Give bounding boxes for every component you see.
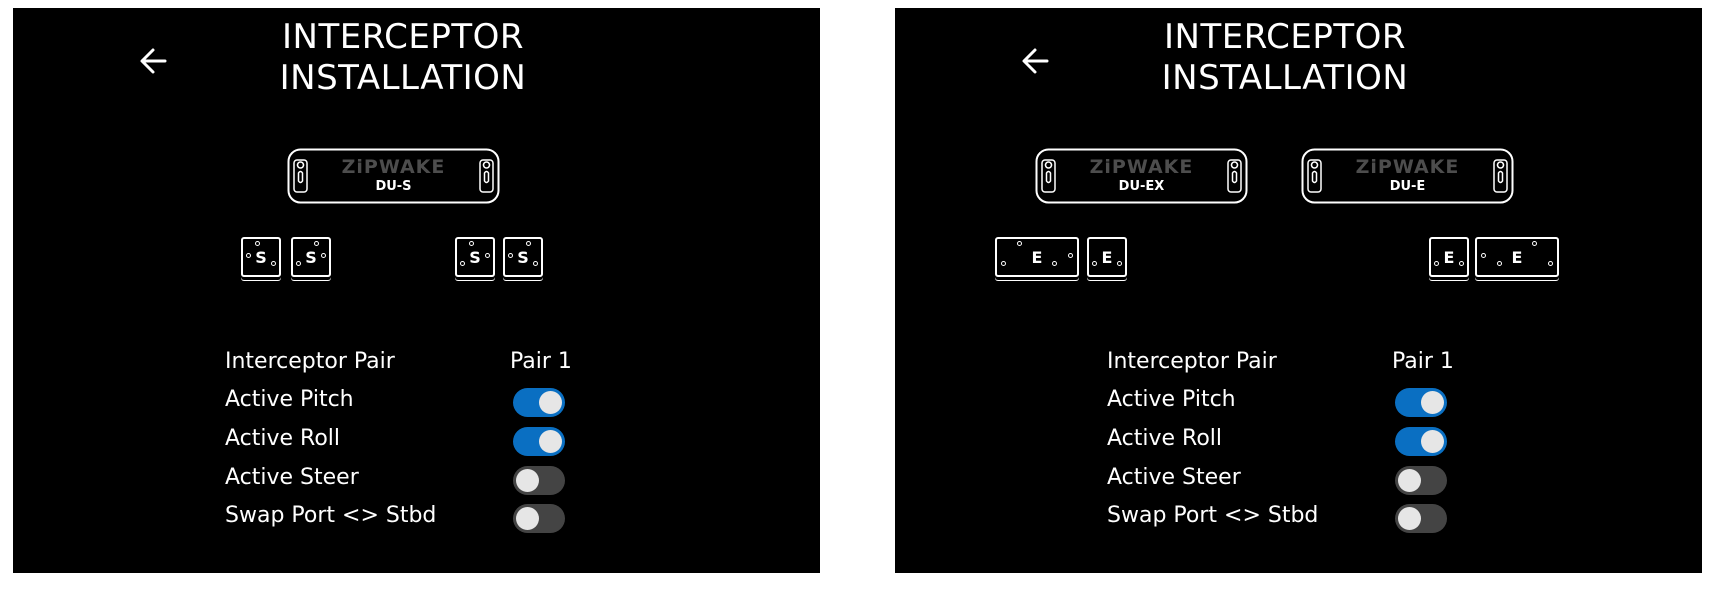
active-pitch-toggle[interactable]	[1395, 388, 1447, 417]
screen-right: INTERCEPTOR INSTALLATION ZiPWAKE DU-EX Z…	[895, 8, 1702, 573]
interceptor-stbd-outer: E	[1475, 237, 1559, 277]
active-steer-label: Active Steer	[225, 465, 359, 490]
swap-port-stbd-label: Swap Port <> Stbd	[1107, 503, 1319, 528]
active-roll-toggle[interactable]	[1395, 427, 1447, 456]
display-unit-du-e: ZiPWAKE DU-E	[1301, 148, 1514, 204]
active-pitch-label: Active Pitch	[225, 387, 354, 412]
active-roll-label: Active Roll	[1107, 426, 1223, 451]
interceptor-pair-value[interactable]: Pair 1	[1392, 349, 1454, 374]
interceptor-port-outer: S	[241, 237, 281, 277]
active-steer-toggle[interactable]	[1395, 466, 1447, 495]
swap-port-stbd-toggle[interactable]	[1395, 504, 1447, 533]
display-unit-brand: ZiPWAKE	[1355, 156, 1460, 178]
swap-port-stbd-label: Swap Port <> Stbd	[225, 503, 437, 528]
back-arrow-icon[interactable]	[133, 40, 175, 82]
interceptor-pair-label: Interceptor Pair	[1107, 349, 1277, 374]
active-steer-label: Active Steer	[1107, 465, 1241, 490]
page-title-line-1: INTERCEPTOR	[281, 17, 525, 57]
display-unit-du-ex: ZiPWAKE DU-EX	[1035, 148, 1248, 204]
interceptor-port-inner: E	[1087, 237, 1127, 277]
page-title-line-2: INSTALLATION	[1161, 58, 1409, 98]
display-unit-label: DU-EX	[1118, 179, 1165, 194]
active-pitch-toggle[interactable]	[513, 388, 565, 417]
interceptor-stbd-inner: S	[455, 237, 495, 277]
active-roll-label: Active Roll	[225, 426, 341, 451]
interceptor-port-outer: E	[995, 237, 1079, 277]
active-roll-toggle[interactable]	[513, 427, 565, 456]
page-title-line-2: INSTALLATION	[279, 58, 527, 98]
display-unit-label: DU-E	[1389, 179, 1426, 194]
interceptor-port-inner: S	[291, 237, 331, 277]
active-pitch-label: Active Pitch	[1107, 387, 1236, 412]
display-unit-label: DU-S	[375, 179, 412, 194]
display-unit-du-s: ZiPWAKE DU-S	[287, 148, 500, 204]
interceptor-stbd-inner: E	[1429, 237, 1469, 277]
back-arrow-icon[interactable]	[1015, 40, 1057, 82]
display-unit-brand: ZiPWAKE	[1089, 156, 1194, 178]
interceptor-stbd-outer: S	[503, 237, 543, 277]
swap-port-stbd-toggle[interactable]	[513, 504, 565, 533]
display-unit-brand: ZiPWAKE	[341, 156, 446, 178]
screen-left: INTERCEPTOR INSTALLATION ZiPWAKE DU-S S …	[13, 8, 820, 573]
interceptor-pair-value[interactable]: Pair 1	[510, 349, 572, 374]
interceptor-pair-label: Interceptor Pair	[225, 349, 395, 374]
page-title-line-1: INTERCEPTOR	[1163, 17, 1407, 57]
active-steer-toggle[interactable]	[513, 466, 565, 495]
